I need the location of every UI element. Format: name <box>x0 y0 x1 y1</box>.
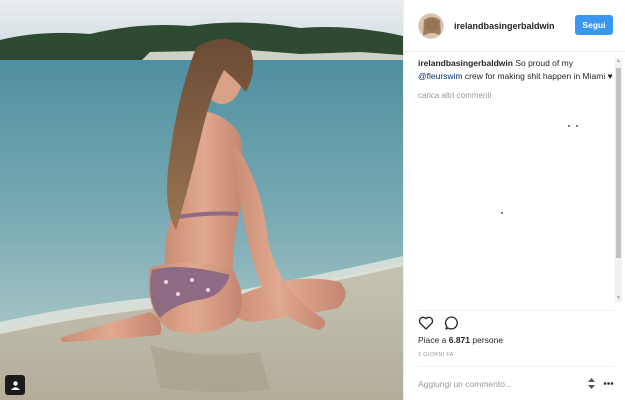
follow-button[interactable]: Segui <box>575 15 613 35</box>
caption-username[interactable]: irelandbasingerbaldwin <box>418 58 513 68</box>
post-actions <box>418 310 614 334</box>
add-comment-bar <box>418 366 614 400</box>
comments-section: irelandbasingerbaldwin So proud of my @f… <box>418 57 614 305</box>
beach-photo-image <box>0 0 403 400</box>
loading-dot <box>568 125 570 127</box>
avatar[interactable] <box>418 12 444 39</box>
likes-label: Piace a <box>418 335 447 345</box>
post-timestamp[interactable]: 2 GIORNI FA <box>418 352 454 358</box>
more-options-icon[interactable] <box>602 377 615 390</box>
caption-text-start: So proud of my <box>515 58 573 68</box>
user-tag-icon[interactable] <box>5 375 25 395</box>
load-more-comments-link[interactable]: carica altri commenti <box>418 91 614 100</box>
comment-bubble-icon[interactable] <box>444 315 460 334</box>
sort-arrows-icon[interactable] <box>585 377 598 390</box>
like-count[interactable]: Piace a 6.871 persone <box>418 335 503 345</box>
scroll-down-arrow-icon[interactable]: ▼ <box>615 295 622 302</box>
caption-text-end: crew for making shit happen in Miami ♥ <box>462 71 613 81</box>
post-photo[interactable] <box>0 0 403 400</box>
scroll-up-arrow-icon[interactable]: ▲ <box>615 58 622 65</box>
scrollbar-thumb[interactable] <box>616 68 621 258</box>
post-caption: irelandbasingerbaldwin So proud of my @f… <box>418 57 614 83</box>
post-sidebar: irelandbasingerbaldwin Segui irelandbasi… <box>403 0 625 400</box>
post-header: irelandbasingerbaldwin Segui <box>404 0 625 52</box>
post-author-username[interactable]: irelandbasingerbaldwin <box>454 21 555 31</box>
loading-dot <box>501 212 503 214</box>
comment-input[interactable] <box>418 375 568 393</box>
loading-dot <box>576 125 578 127</box>
likes-unit: persone <box>472 335 504 345</box>
caption-mention-link[interactable]: @fleurswim <box>418 71 463 81</box>
heart-icon[interactable] <box>418 315 434 334</box>
likes-number: 6.871 <box>448 335 471 345</box>
comments-scrollbar[interactable]: ▲ ▼ <box>615 58 622 302</box>
